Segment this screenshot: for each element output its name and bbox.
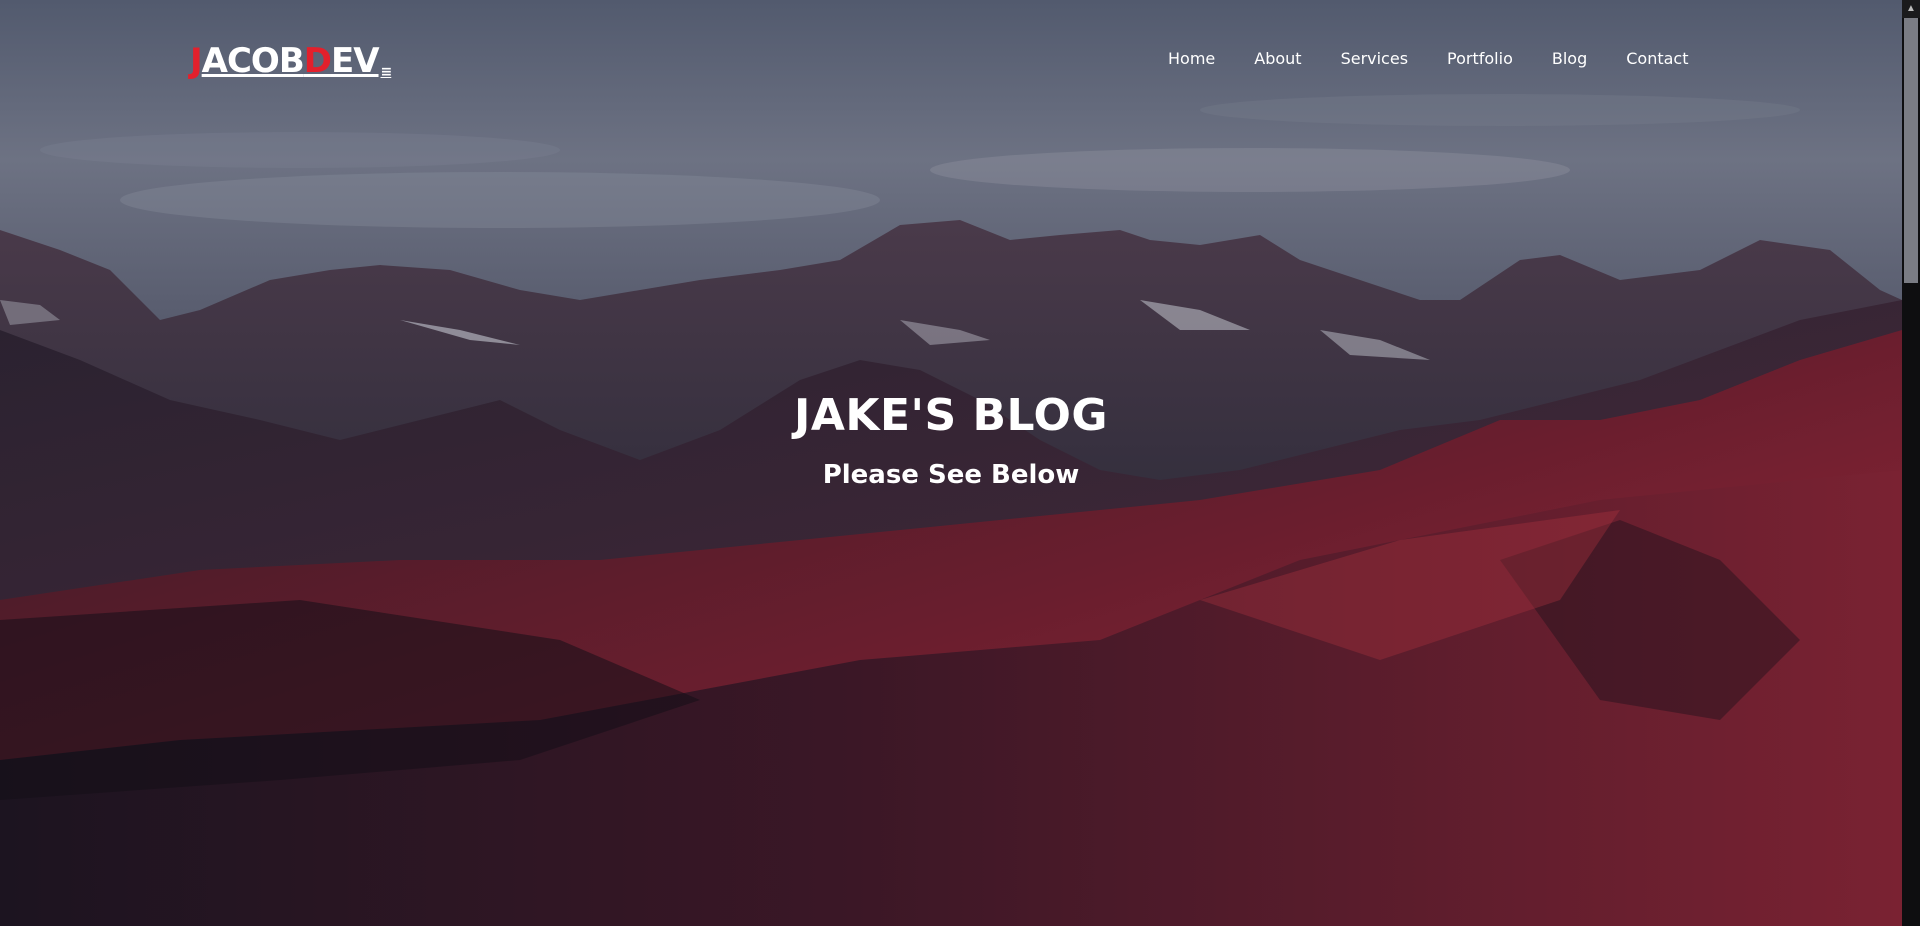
logo-text-acob: ACOB bbox=[201, 41, 305, 81]
hero-title: JAKE'S BLOG bbox=[793, 390, 1109, 441]
site-logo[interactable]: J ACOB D EV ≡ bbox=[190, 41, 393, 81]
logo-letter-d: D bbox=[303, 41, 332, 81]
top-navigation: J ACOB D EV ≡ Home About Services Portfo… bbox=[0, 0, 1902, 120]
nav-link-portfolio[interactable]: Portfolio bbox=[1447, 49, 1513, 68]
logo-letter-j: J bbox=[190, 41, 203, 81]
main-menu: Home About Services Portfolio Blog Conta… bbox=[1168, 49, 1688, 68]
nav-link-about[interactable]: About bbox=[1254, 49, 1301, 68]
scroll-up-arrow-icon[interactable]: ▲ bbox=[1902, 0, 1920, 18]
nav-link-contact[interactable]: Contact bbox=[1626, 49, 1688, 68]
logo-menu-glyph-icon: ≡ bbox=[380, 64, 393, 80]
nav-link-services[interactable]: Services bbox=[1341, 49, 1408, 68]
nav-link-home[interactable]: Home bbox=[1168, 49, 1215, 68]
page-scrollbar[interactable]: ▲ bbox=[1902, 0, 1920, 926]
logo-text-ev: EV bbox=[330, 41, 380, 81]
scrollbar-thumb[interactable] bbox=[1904, 18, 1918, 283]
nav-link-blog[interactable]: Blog bbox=[1552, 49, 1587, 68]
hero-subtitle: Please See Below bbox=[822, 460, 1080, 490]
